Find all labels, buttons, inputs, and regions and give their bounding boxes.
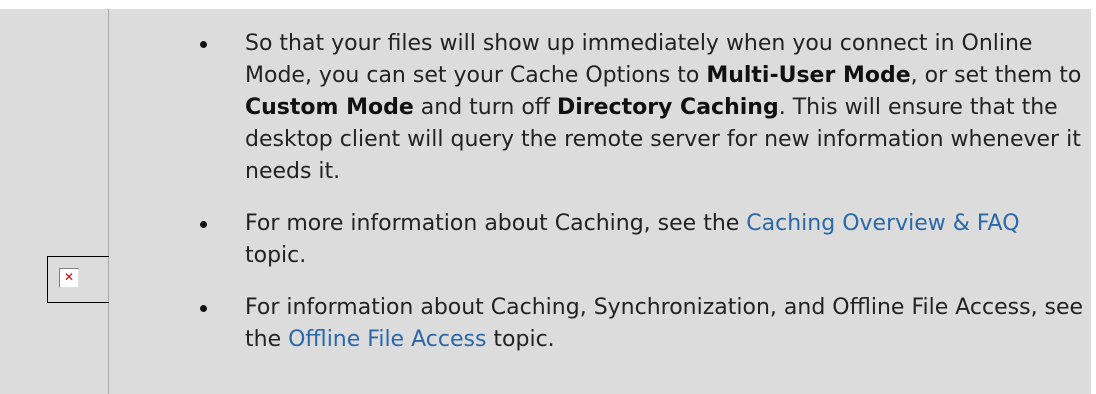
list-item: For more information about Caching, see … xyxy=(196,208,1086,272)
bold-text: Directory Caching xyxy=(556,95,779,120)
bold-text: Custom Mode xyxy=(245,95,414,120)
list-item: For information about Caching, Synchroni… xyxy=(196,292,1086,356)
help-panel: ✕ So that your files will show up immedi… xyxy=(0,9,1091,394)
content-area: So that your files will show up immediat… xyxy=(196,28,1086,356)
bullet-icon xyxy=(200,305,207,312)
image-frame: ✕ xyxy=(47,256,109,303)
offline-file-access-link[interactable]: Offline File Access xyxy=(288,327,486,352)
bullet-icon xyxy=(200,41,207,48)
text: , or set them to xyxy=(910,63,1082,88)
bold-text: Multi-User Mode xyxy=(706,63,911,88)
x-mark-icon: ✕ xyxy=(63,270,75,284)
image-column: ✕ xyxy=(0,9,109,394)
text: topic. xyxy=(245,243,307,268)
bullet-icon xyxy=(200,221,207,228)
list-item: So that your files will show up immediat… xyxy=(196,28,1086,188)
text: topic. xyxy=(486,327,555,352)
text: and turn off xyxy=(413,95,557,120)
text: For more information about Caching, see … xyxy=(245,211,747,236)
bullet-list: So that your files will show up immediat… xyxy=(196,28,1086,356)
broken-image-icon: ✕ xyxy=(59,268,79,288)
caching-overview-link[interactable]: Caching Overview & FAQ xyxy=(746,211,1019,236)
page: ✕ So that your files will show up immedi… xyxy=(0,0,1096,394)
